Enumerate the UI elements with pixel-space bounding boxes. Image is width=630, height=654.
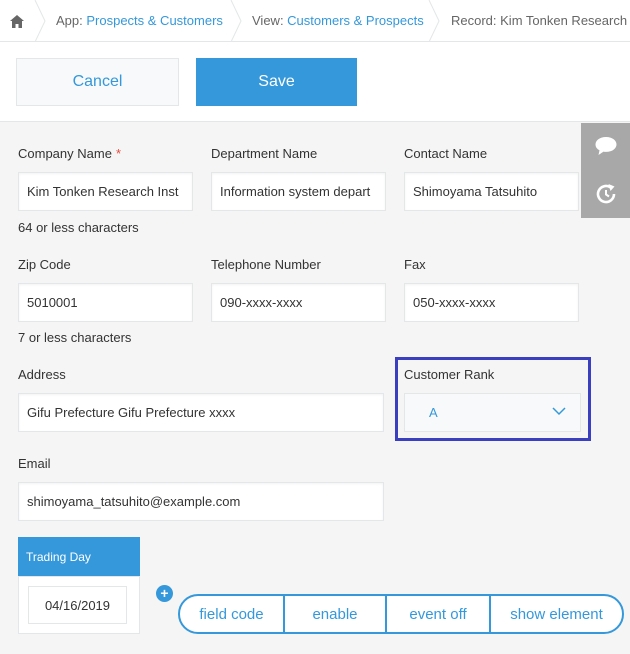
breadcrumb-separator xyxy=(428,0,440,41)
cancel-button[interactable]: Cancel xyxy=(16,58,179,106)
telephone-field[interactable]: 090-xxxx-xxxx xyxy=(211,283,386,322)
trading-day-label: Trading Day xyxy=(18,537,140,576)
comment-icon xyxy=(595,137,616,155)
save-button[interactable]: Save xyxy=(196,58,357,106)
zip-code-hint: 7 or less characters xyxy=(18,330,132,345)
enable-button[interactable]: enable xyxy=(285,596,387,632)
plus-icon[interactable]: + xyxy=(156,585,173,602)
department-name-label: Department Name xyxy=(211,146,318,161)
breadcrumb-record: Record: Kim Tonken Research In xyxy=(451,13,630,28)
event-off-button[interactable]: event off xyxy=(387,596,491,632)
breadcrumb-separator xyxy=(34,0,46,41)
customer-rank-select[interactable]: A xyxy=(404,393,581,432)
history-icon xyxy=(596,184,615,204)
email-field[interactable]: shimoyama_tatsuhito@example.com xyxy=(18,482,384,521)
home-icon xyxy=(10,14,24,28)
telephone-label: Telephone Number xyxy=(211,257,321,272)
comments-button[interactable] xyxy=(581,123,630,169)
customer-rank-label: Customer Rank xyxy=(404,367,495,382)
plugin-toolbar: field code enable event off show element xyxy=(178,594,624,634)
home-button[interactable] xyxy=(0,0,34,41)
fax-label: Fax xyxy=(404,257,426,272)
contact-name-label: Contact Name xyxy=(404,146,488,161)
customer-rank-value: A xyxy=(429,405,438,420)
contact-name-field[interactable]: Shimoyama Tatsuhito xyxy=(404,172,579,211)
show-element-button[interactable]: show element xyxy=(491,596,622,632)
history-button[interactable] xyxy=(581,171,630,217)
address-field[interactable]: Gifu Prefecture Gifu Prefecture xxxx xyxy=(18,393,384,432)
side-tools xyxy=(581,123,630,218)
field-code-button[interactable]: field code xyxy=(180,596,285,632)
breadcrumb-separator xyxy=(230,0,242,41)
breadcrumb-app[interactable]: App: Prospects & Customers xyxy=(56,0,223,41)
breadcrumb: App: Prospects & Customers View: Custome… xyxy=(0,0,630,42)
breadcrumb-view[interactable]: View: Customers & Prospects xyxy=(252,0,424,41)
company-name-field[interactable]: Kim Tonken Research Inst xyxy=(18,172,193,211)
company-name-hint: 64 or less characters xyxy=(18,220,139,235)
company-name-label-text: Company Name xyxy=(18,146,112,161)
breadcrumb-app-prefix: App: xyxy=(56,13,87,28)
required-mark: * xyxy=(115,146,121,161)
breadcrumb-view-prefix: View: xyxy=(252,13,288,28)
address-label: Address xyxy=(18,367,66,382)
department-name-field[interactable]: Information system depart xyxy=(211,172,386,211)
zip-code-field[interactable]: 5010001 xyxy=(18,283,193,322)
zip-code-label: Zip Code xyxy=(18,257,71,272)
breadcrumb-app-link[interactable]: Prospects & Customers xyxy=(86,13,223,28)
company-name-label: Company Name * xyxy=(18,146,121,161)
action-bar: Cancel Save xyxy=(0,42,630,122)
email-label: Email xyxy=(18,456,51,471)
fax-field[interactable]: 050-xxxx-xxxx xyxy=(404,283,579,322)
breadcrumb-view-link[interactable]: Customers & Prospects xyxy=(287,13,424,28)
chevron-down-icon xyxy=(552,407,566,416)
trading-day-field[interactable]: 04/16/2019 xyxy=(28,586,127,624)
